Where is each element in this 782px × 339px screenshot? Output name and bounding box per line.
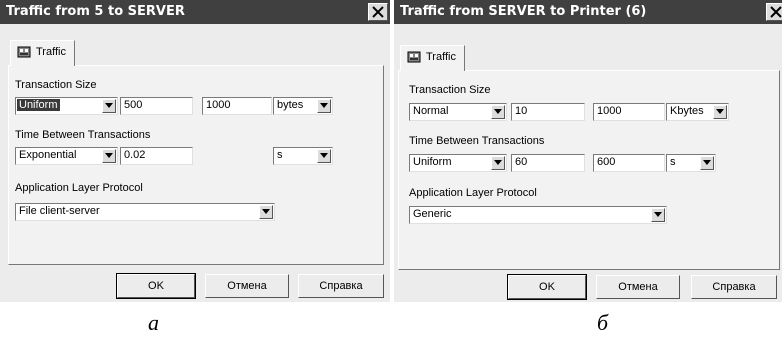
size-distribution-value: Uniform: [17, 99, 60, 111]
chevron-down-icon: [703, 160, 711, 165]
tab-traffic[interactable]: Traffic: [10, 40, 75, 66]
time-between-label: Time Between Transactions: [15, 129, 151, 141]
time-distribution-value: Exponential: [19, 149, 77, 161]
size-distribution-select[interactable]: Uniform: [15, 97, 118, 115]
size-param2-input[interactable]: 1000: [593, 103, 665, 121]
time-distribution-select[interactable]: Exponential: [15, 147, 118, 165]
protocol-value: File client-server: [19, 205, 100, 217]
dropdown-button[interactable]: [651, 208, 665, 222]
protocol-select[interactable]: File client-server: [15, 203, 275, 221]
traffic-panel: Transaction Size Uniform 500 1000 bytes …: [8, 65, 384, 265]
title-bar[interactable]: Traffic from 5 to SERVER: [0, 0, 390, 24]
time-param1-input[interactable]: 0.02: [120, 147, 193, 165]
dropdown-button[interactable]: [317, 99, 331, 113]
time-unit-select[interactable]: s: [666, 154, 716, 172]
chevron-down-icon: [320, 153, 328, 158]
protocol-label: Application Layer Protocol: [409, 187, 537, 199]
chevron-down-icon: [494, 109, 502, 114]
dropdown-button[interactable]: [713, 105, 727, 119]
time-param1-input[interactable]: 60: [511, 154, 585, 172]
dialog-traffic-5-to-server: Traffic from 5 to SERVER Traffic Transac…: [0, 0, 390, 302]
chevron-down-icon: [262, 209, 270, 214]
dropdown-button[interactable]: [491, 156, 505, 170]
size-param2-input[interactable]: 1000: [202, 97, 272, 115]
time-unit-select[interactable]: s: [273, 147, 333, 165]
chevron-down-icon: [654, 212, 662, 217]
size-unit-value: bytes: [277, 99, 304, 111]
size-distribution-select[interactable]: Normal: [409, 103, 507, 121]
transaction-size-label: Transaction Size: [409, 84, 491, 96]
chevron-down-icon: [716, 109, 724, 114]
traffic-icon: [17, 46, 31, 58]
transaction-size-label: Transaction Size: [15, 79, 97, 91]
dropdown-button[interactable]: [259, 205, 273, 219]
ok-button[interactable]: OK: [116, 273, 196, 299]
time-distribution-select[interactable]: Uniform: [409, 154, 507, 172]
chevron-down-icon: [105, 103, 113, 108]
window-title: Traffic from 5 to SERVER: [6, 4, 185, 19]
time-param2-input[interactable]: 600: [593, 154, 665, 172]
title-bar[interactable]: Traffic from SERVER to Printer (6): [394, 0, 782, 24]
window-title: Traffic from SERVER to Printer (6): [400, 4, 647, 19]
size-param1-input[interactable]: 10: [511, 103, 585, 121]
time-between-label: Time Between Transactions: [409, 135, 545, 147]
help-button[interactable]: Справка: [298, 274, 384, 298]
close-icon: [372, 6, 384, 18]
caption-b: б: [597, 310, 609, 335]
size-unit-select[interactable]: bytes: [273, 97, 333, 115]
dropdown-button[interactable]: [317, 149, 331, 163]
dropdown-button[interactable]: [491, 105, 505, 119]
time-unit-value: s: [670, 156, 676, 168]
chevron-down-icon: [320, 103, 328, 108]
dropdown-button[interactable]: [700, 156, 714, 170]
dialog-traffic-server-to-printer: Traffic from SERVER to Printer (6) Traff…: [394, 0, 782, 302]
ok-button[interactable]: OK: [507, 274, 587, 300]
close-button[interactable]: [368, 3, 388, 21]
caption-a: а: [148, 310, 159, 335]
protocol-value: Generic: [413, 208, 452, 220]
size-unit-select[interactable]: Kbytes: [666, 103, 729, 121]
help-button[interactable]: Справка: [691, 275, 777, 299]
size-unit-value: Kbytes: [670, 105, 704, 117]
tab-label: Traffic: [36, 46, 66, 58]
dropdown-button[interactable]: [102, 149, 116, 163]
cancel-button[interactable]: Отмена: [596, 275, 680, 299]
dropdown-button[interactable]: [102, 99, 116, 113]
size-distribution-value: Normal: [413, 105, 449, 117]
tab-traffic[interactable]: Traffic: [400, 45, 465, 71]
size-param1-input[interactable]: 500: [120, 97, 193, 115]
cancel-button[interactable]: Отмена: [205, 274, 289, 298]
protocol-label: Application Layer Protocol: [15, 182, 143, 194]
close-icon: [770, 6, 782, 18]
protocol-select[interactable]: Generic: [409, 206, 667, 224]
time-unit-value: s: [277, 149, 283, 161]
close-button[interactable]: [766, 3, 782, 21]
time-distribution-value: Uniform: [413, 156, 452, 168]
traffic-icon: [407, 51, 421, 63]
chevron-down-icon: [105, 153, 113, 158]
chevron-down-icon: [494, 160, 502, 165]
tab-label: Traffic: [426, 51, 456, 63]
traffic-panel: Transaction Size Normal 10 1000 Kbytes T…: [398, 70, 780, 270]
